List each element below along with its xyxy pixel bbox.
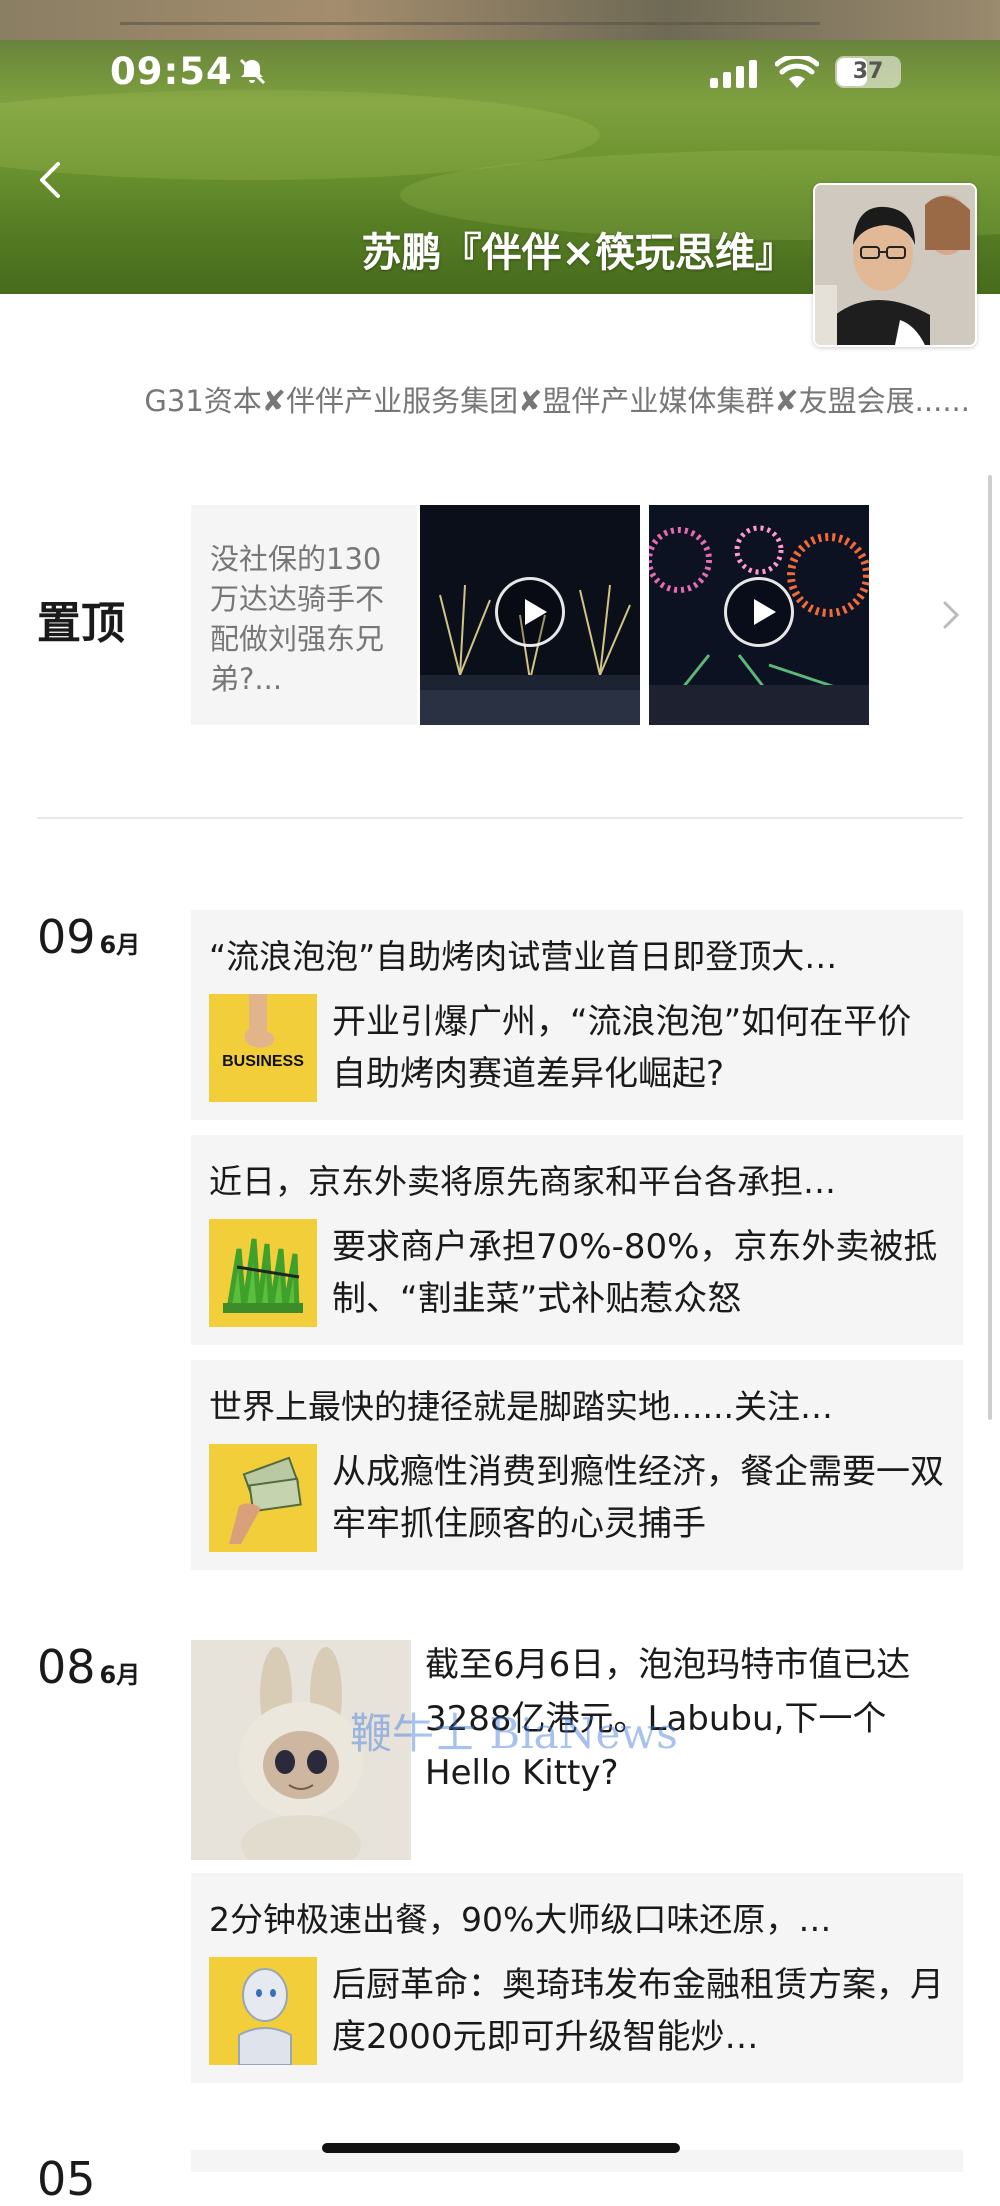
back-arrow-icon[interactable] [36, 160, 66, 200]
cover-fence [120, 22, 820, 25]
status-time: 09:54 [110, 50, 233, 93]
post-thumbnail [209, 1957, 317, 2065]
post-card[interactable] [191, 2150, 963, 2172]
date-day: 05 [37, 2152, 96, 2206]
date-label: 09 6月 [37, 910, 140, 964]
pinned-section[interactable]: 置顶 没社保的130万达达骑手不配做刘强东兄弟?... [0, 505, 1000, 725]
date-label: 08 6月 [37, 1640, 140, 1694]
status-bar: 09:54 37 [0, 48, 1000, 98]
chevron-right-icon[interactable] [942, 600, 960, 630]
play-button[interactable] [495, 577, 565, 647]
battery-icon: 37 [835, 56, 901, 88]
pinned-video-1[interactable] [420, 505, 640, 725]
date-label: 05 [37, 2152, 96, 2206]
wifi-icon [775, 56, 819, 88]
business-thumbnail-image: BUSINESS [209, 994, 317, 1102]
play-button[interactable] [724, 577, 794, 647]
post-body: 后厨革命：奥琦玮发布金融租赁方案，月度2000元即可升级智能炒… [332, 1965, 944, 2057]
profile-subtitle: G31资本✘伴伴产业服务集团✘盟伴产业媒体集群✘友盟会展...... [144, 384, 970, 418]
post-headline: 近日，京东外卖将原先商家和平台各承担… [209, 1162, 836, 1201]
post-card[interactable]: “流浪泡泡”自助烤肉试营业首日即登顶大… BUSINESS 开业引爆广州，“流浪… [191, 910, 963, 1120]
avatar[interactable] [813, 183, 977, 347]
avatar-portrait [815, 185, 975, 345]
post-body: 从成瘾性消费到瘾性经济，餐企需要一双牢牢抓住顾客的心灵捕手 [332, 1452, 944, 1544]
pinned-text-post[interactable]: 没社保的130万达达骑手不配做刘强东兄弟?... [191, 505, 417, 725]
chives-thumbnail-image [209, 1219, 317, 1327]
date-day: 08 [37, 1640, 96, 1694]
post-thumbnail: BUSINESS [209, 994, 317, 1102]
home-indicator[interactable] [322, 2143, 680, 2153]
mute-bell-icon [239, 58, 266, 85]
post-headline: 2分钟极速出餐，90%大师级口味还原，… [209, 1900, 832, 1939]
post-card[interactable]: 世界上最快的捷径就是脚踏实地......关注… 从成瘾性消费到瘾性经济，餐企需要… [191, 1360, 963, 1570]
post-body: 要求商户承担70%-80%，京东外卖被抵制、“割韭菜”式补贴惹众怒 [332, 1227, 938, 1319]
robot-thumbnail-image [209, 1957, 317, 2065]
battery-level: 37 [852, 59, 884, 84]
pinned-label: 置顶 [37, 598, 125, 649]
cash-thumbnail-image [209, 1444, 317, 1552]
cellular-signal-icon [710, 60, 757, 88]
profile-title: 苏鹏『伴伴×筷玩思维』 [361, 230, 795, 276]
post-card[interactable]: 近日，京东外卖将原先商家和平台各承担… 要求商户承担70%-80%，京东外卖被抵… [191, 1135, 963, 1345]
pinned-video-2[interactable] [649, 505, 869, 725]
post-thumbnail [209, 1219, 317, 1327]
scrollbar[interactable] [988, 475, 992, 1420]
post-card[interactable]: 2分钟极速出餐，90%大师级口味还原，… 后厨革命：奥琦玮发布金融租赁方案，月度… [191, 1873, 963, 2083]
watermark: 鞭牛士 BiaNews [350, 1709, 678, 1758]
section-divider [37, 817, 963, 819]
post-headline: “流浪泡泡”自助烤肉试营业首日即登顶大… [209, 937, 838, 976]
post-headline: 世界上最快的捷径就是脚踏实地......关注… [209, 1387, 833, 1426]
date-month: 6月 [99, 931, 141, 959]
date-month: 6月 [99, 1661, 141, 1689]
post-body: 开业引爆广州，“流浪泡泡”如何在平价自助烤肉赛道差异化崛起? [332, 1002, 912, 1094]
date-day: 09 [37, 910, 96, 964]
cover-sky [0, 0, 1000, 40]
thumbnail-text: BUSINESS [222, 1053, 304, 1070]
post-thumbnail [209, 1444, 317, 1552]
